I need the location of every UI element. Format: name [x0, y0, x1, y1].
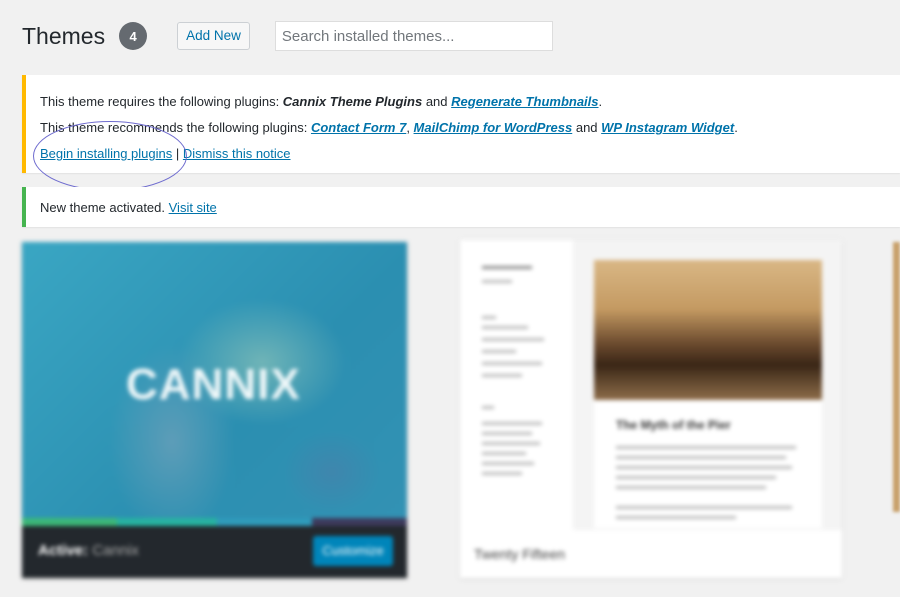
theme-card-footer: Active: Cannix Customize	[22, 526, 407, 578]
activated-message-line: New theme activated. Visit site	[40, 200, 217, 215]
search-themes-input[interactable]	[274, 21, 553, 51]
begin-installing-plugins-link[interactable]: Begin installing plugins	[40, 146, 172, 161]
visit-site-link[interactable]: Visit site	[169, 200, 217, 215]
theme-preview-sidebar	[460, 240, 573, 530]
separator: |	[172, 146, 183, 161]
and-text: and	[422, 94, 452, 109]
theme-name: Twenty Fifteen	[474, 546, 566, 562]
color-stripe	[22, 518, 407, 526]
theme-name: Active: Cannix	[38, 542, 139, 559]
theme-card-cannix[interactable]: CANNIX Active: Cannix Customize	[22, 242, 407, 578]
dismiss-notice-link[interactable]: Dismiss this notice	[183, 146, 291, 161]
theme-card-partial[interactable]	[893, 242, 900, 512]
recommended-plugins-text: This theme recommends the following plug…	[40, 120, 311, 135]
notice-actions: Begin installing plugins | Dismiss this …	[40, 146, 291, 161]
page-title: Themes	[22, 22, 106, 49]
activated-notice: New theme activated. Visit site	[22, 187, 900, 227]
theme-card-twenty-fifteen[interactable]: The Myth of the Pier Twenty Fifteen	[460, 240, 842, 578]
contact-form-7-link[interactable]: Contact Form 7	[311, 120, 406, 135]
theme-preview-photo	[594, 260, 822, 400]
page-header: Themes 4 Add New	[22, 18, 553, 54]
period-text: .	[598, 94, 603, 109]
required-plugin-cannix: Cannix Theme Plugins	[282, 94, 423, 109]
required-plugins-line: This theme requires the following plugin…	[40, 94, 602, 109]
add-new-button[interactable]: Add New	[177, 22, 250, 50]
plugin-notice: This theme requires the following plugin…	[22, 75, 900, 173]
active-label: Active:	[38, 542, 89, 559]
cannix-logo: CANNIX	[126, 360, 301, 409]
activated-message: New theme activated.	[40, 200, 169, 215]
and-text: and	[572, 120, 602, 135]
period-text: .	[734, 120, 738, 135]
theme-preview-post-title: The Myth of the Pier	[616, 418, 731, 432]
wp-instagram-widget-link[interactable]: WP Instagram Widget	[601, 120, 734, 135]
customize-button[interactable]: Customize	[313, 536, 393, 566]
theme-count-badge: 4	[119, 22, 148, 50]
required-plugins-text: This theme requires the following plugin…	[40, 94, 283, 109]
theme-preview-main: The Myth of the Pier	[594, 260, 822, 528]
recommended-plugins-line: This theme recommends the following plug…	[40, 120, 738, 135]
theme-name-text: Cannix	[92, 542, 139, 559]
theme-card-footer: Twenty Fifteen	[460, 530, 842, 578]
comma-text: ,	[406, 120, 414, 135]
mailchimp-link[interactable]: MailChimp for WordPress	[414, 120, 573, 135]
regenerate-thumbnails-link[interactable]: Regenerate Thumbnails	[451, 94, 598, 109]
